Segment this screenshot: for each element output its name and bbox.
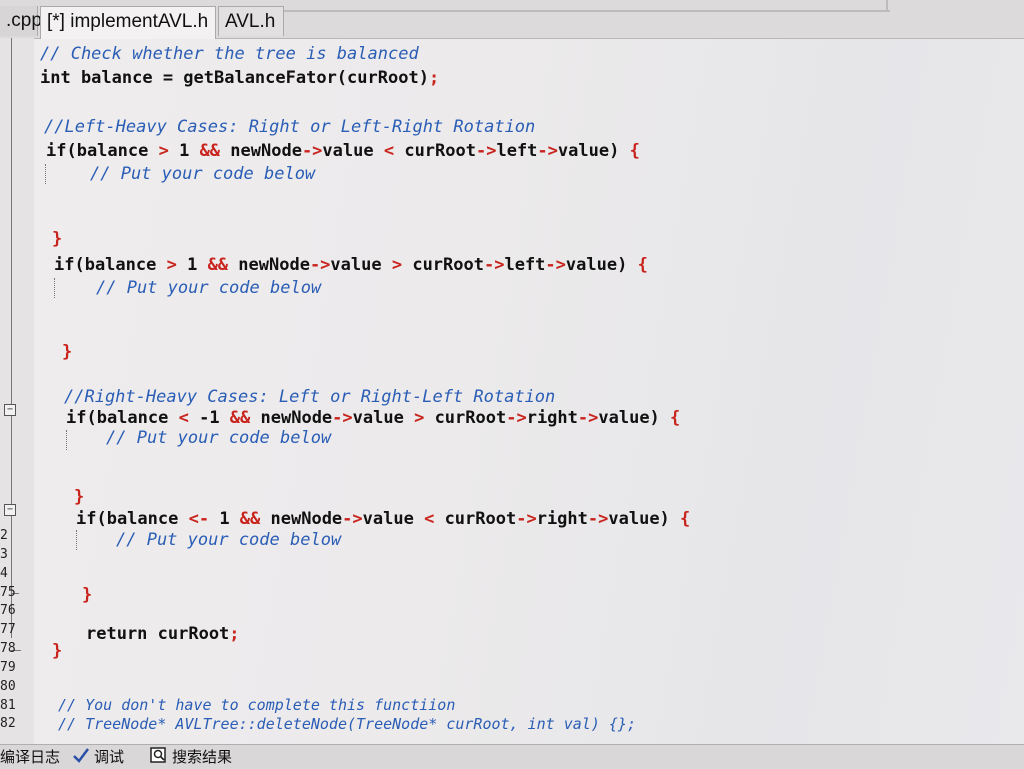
code-text: curRoot: [394, 141, 476, 161]
code-operator: ->: [332, 408, 353, 428]
code-text: 1: [168, 141, 200, 161]
code-text: return curRoot: [86, 624, 230, 644]
code-line: return curRoot;: [86, 624, 240, 644]
compile-log-tab[interactable]: 编译日志: [0, 747, 60, 767]
code-brace: }: [74, 487, 85, 507]
code-operator: ->: [301, 141, 323, 161]
code-line: if(balance < -1 && newNode->value > curR…: [66, 408, 680, 428]
debug-label: 调试: [94, 748, 125, 766]
code-line: if(balance > 1 && newNode->value < curRo…: [46, 141, 640, 161]
code-operator: ->: [475, 141, 497, 161]
indent-guide: [45, 164, 46, 184]
code-text: curRoot: [434, 509, 517, 529]
code-comment: // Put your code below: [116, 530, 342, 550]
code-comment: // TreeNode* AVLTree::deleteNode(TreeNod…: [58, 715, 636, 733]
code-comment: // Put your code below: [96, 278, 322, 298]
code-operator: ->: [545, 255, 566, 275]
code-text: curRoot: [424, 408, 507, 428]
code-text: if(balance: [66, 408, 179, 428]
code-text: if(balance: [54, 255, 167, 275]
code-comment: //Right-Heavy Cases: Left or Right-Left …: [64, 387, 556, 407]
code-text: value): [608, 509, 681, 529]
code-brace: {: [637, 255, 648, 275]
compile-log-label: 编译日志: [0, 748, 61, 766]
code-operator: ->: [577, 408, 599, 428]
search-results-label: 搜索结果: [172, 748, 233, 766]
code-editor-window: .cpp [*] implementAVL.h AVL.h − − 2 3 4 …: [0, 0, 1024, 769]
code-text: curRoot: [402, 255, 484, 275]
indent-guide: [54, 278, 55, 298]
code-operator: ->: [537, 141, 558, 161]
code-text: value: [362, 509, 425, 529]
code-operator: >: [391, 255, 403, 275]
code-text: if(balance: [46, 141, 159, 161]
checkmark-icon: [72, 747, 90, 768]
search-results-tab[interactable]: 搜索结果: [150, 747, 232, 767]
code-text: right: [526, 408, 578, 428]
code-text: value): [598, 408, 671, 428]
code-text: value: [330, 255, 392, 275]
code-operator: &&: [207, 255, 229, 275]
code-operator: ->: [309, 255, 331, 275]
code-operator: ->: [342, 509, 363, 529]
code-operator: <-: [188, 509, 210, 529]
code-text: newNode: [260, 509, 343, 529]
code-operator: <: [424, 509, 435, 529]
code-comment: //Left-Heavy Cases: Right or Left-Right …: [44, 117, 536, 137]
code-text: value): [557, 141, 630, 161]
code-brace: {: [629, 141, 640, 161]
code-operator: ->: [587, 509, 609, 529]
code-operator: &&: [199, 141, 221, 161]
code-operator: ->: [483, 255, 505, 275]
code-text: newNode: [220, 141, 302, 161]
bottom-panel-tabs: 编译日志 调试 搜索结果: [0, 744, 1024, 769]
code-brace: {: [670, 408, 681, 428]
indent-guide: [66, 430, 67, 450]
debug-tab[interactable]: 调试: [72, 747, 124, 767]
indent-guide: [76, 530, 77, 550]
code-operator: ;: [428, 68, 440, 88]
code-comment: // Put your code below: [90, 164, 316, 184]
code-operator: >: [158, 141, 169, 161]
code-text: value): [565, 255, 638, 275]
code-brace: }: [52, 229, 63, 249]
code-brace: {: [680, 509, 691, 529]
code-operator: <: [383, 141, 395, 161]
code-text: if(balance: [76, 509, 189, 529]
code-operator: >: [166, 255, 177, 275]
code-operator: >: [414, 408, 425, 428]
search-results-icon: [150, 747, 168, 768]
code-text: newNode: [228, 255, 310, 275]
code-text: int balance = getBalanceFator(curRoot): [40, 68, 429, 88]
code-operator: ->: [516, 509, 537, 529]
code-text: value: [322, 141, 384, 161]
code-line: if(balance <- 1 && newNode->value < curR…: [76, 509, 690, 529]
code-line: int balance = getBalanceFator(curRoot);: [40, 68, 439, 88]
code-comment: // Check whether the tree is balanced: [40, 44, 419, 64]
code-comment: // You don't have to complete this funct…: [58, 696, 456, 714]
code-operator: &&: [239, 509, 261, 529]
code-operator: &&: [229, 408, 251, 428]
code-text: value: [352, 408, 415, 428]
code-text: right: [536, 509, 588, 529]
code-operator: <: [178, 408, 189, 428]
code-text: -1: [188, 408, 230, 428]
code-comment: // Put your code below: [106, 428, 332, 448]
code-brace: }: [62, 342, 73, 362]
code-text: left: [504, 255, 546, 275]
code-brace: }: [52, 641, 63, 661]
code-area[interactable]: // Check whether the tree is balanced in…: [0, 0, 1024, 744]
code-text: 1: [176, 255, 208, 275]
code-text: left: [496, 141, 538, 161]
code-brace: }: [82, 585, 93, 605]
code-line: if(balance > 1 && newNode->value > curRo…: [54, 255, 648, 275]
code-text: 1: [209, 509, 240, 529]
code-text: newNode: [250, 408, 333, 428]
code-operator: ;: [229, 624, 240, 644]
code-operator: ->: [506, 408, 527, 428]
